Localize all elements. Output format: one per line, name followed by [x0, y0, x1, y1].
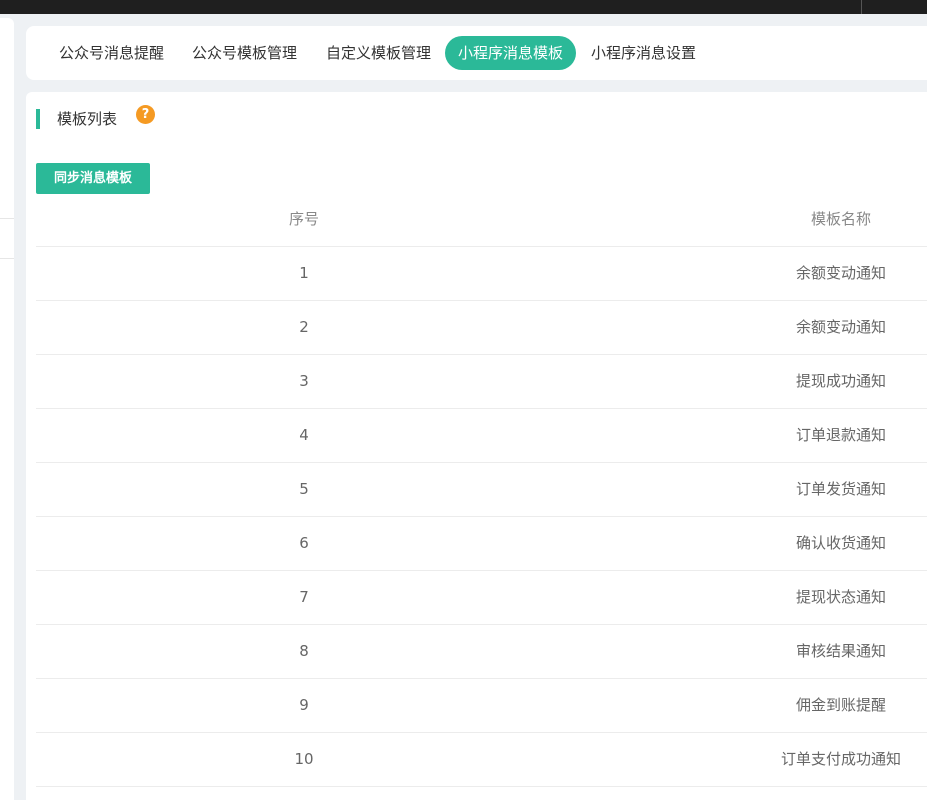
row-index: 6 [299, 534, 309, 552]
row-template-name: 订单退款通知 [795, 426, 886, 444]
table-row: 4 订单退款通知 [36, 409, 927, 463]
table-body: 1 余额变动通知 2 余额变动通知 3 提现成功通知 4 订单退款通知 5 订单发货通知 6 确认收货… [36, 247, 927, 787]
row-index: 10 [294, 750, 314, 768]
section-title: 模板列表 [57, 110, 118, 128]
row-index: 5 [299, 480, 309, 498]
row-index: 9 [299, 696, 309, 714]
tab-official-account-templates[interactable]: 公众号模板管理 [179, 36, 310, 70]
header-divider [861, 0, 862, 14]
tab-official-account-notice[interactable]: 公众号消息提醒 [46, 36, 177, 70]
row-index: 7 [299, 588, 309, 606]
table-row: 10 订单支付成功通知 [36, 733, 927, 787]
row-index: 2 [299, 318, 309, 336]
help-icon[interactable]: ? [136, 105, 155, 124]
row-template-name: 余额变动通知 [795, 264, 886, 282]
row-template-name: 确认收货通知 [795, 534, 886, 552]
table-row: 2 余额变动通知 [36, 301, 927, 355]
tab-bar: 公众号消息提醒 公众号模板管理 自定义模板管理 小程序消息模板 小程序消息设置 [26, 26, 927, 80]
row-template-name: 提现状态通知 [795, 588, 886, 606]
table-row: 1 余额变动通知 [36, 247, 927, 301]
table-header: 序号 模板名称 [36, 191, 927, 247]
row-index: 4 [299, 426, 309, 444]
column-header-index: 序号 [288, 210, 319, 228]
template-table: 序号 模板名称 1 余额变动通知 2 余额变动通知 3 提现成功通知 4 订单退款通知 5 订单发… [36, 191, 927, 787]
table-row: 7 提现状态通知 [36, 571, 927, 625]
row-template-name: 订单发货通知 [795, 480, 886, 498]
template-list-panel: 模板列表 ? 同步消息模板 序号 模板名称 1 余额变动通知 2 余额变动通知 3 提现成… [26, 92, 927, 800]
row-template-name: 余额变动通知 [795, 318, 886, 336]
row-template-name: 审核结果通知 [795, 642, 886, 660]
tab-custom-templates[interactable]: 自定义模板管理 [313, 36, 444, 70]
top-header-bar [0, 0, 927, 14]
left-side-panel [0, 18, 14, 800]
side-divider [0, 218, 14, 219]
row-template-name: 提现成功通知 [795, 372, 886, 390]
side-divider [0, 258, 14, 259]
tab-mini-program-templates[interactable]: 小程序消息模板 [445, 36, 577, 70]
row-index: 1 [299, 264, 309, 282]
sync-templates-button[interactable]: 同步消息模板 [36, 163, 150, 194]
row-index: 3 [299, 372, 309, 390]
row-template-name: 订单支付成功通知 [780, 750, 901, 768]
table-row: 9 佣金到账提醒 [36, 679, 927, 733]
table-row: 5 订单发货通知 [36, 463, 927, 517]
table-row: 3 提现成功通知 [36, 355, 927, 409]
row-template-name: 佣金到账提醒 [795, 696, 886, 714]
section-accent-bar [36, 109, 40, 129]
table-row: 8 审核结果通知 [36, 625, 927, 679]
table-row: 6 确认收货通知 [36, 517, 927, 571]
tab-mini-program-settings[interactable]: 小程序消息设置 [578, 36, 709, 70]
column-header-name: 模板名称 [810, 210, 871, 228]
row-index: 8 [299, 642, 309, 660]
